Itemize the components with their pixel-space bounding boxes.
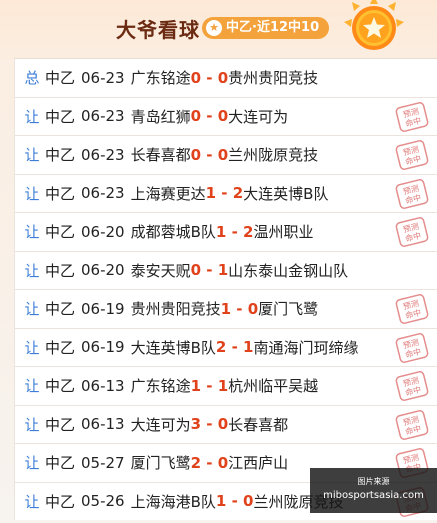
match-row[interactable]: 让中乙 06-23 上海赛更达 1 - 2 大连英博B队 预测 命中 xyxy=(14,173,437,212)
away-team: 南通海门珂缔缘 xyxy=(253,338,359,357)
home-team: 上海赛更达 xyxy=(130,184,206,203)
match-row[interactable]: 让中乙 06-20 泰安天贶 0 - 1 山东泰山金钢山队 xyxy=(14,250,437,289)
home-team: 大连英博B队 xyxy=(130,338,216,357)
home-team: 青岛红狮 xyxy=(130,107,191,126)
match-score: 2 - 1 xyxy=(215,338,254,357)
away-team: 兰州陇原竞技 xyxy=(228,146,319,165)
prediction-hit-stamp-icon: 预测命中 xyxy=(395,409,429,440)
match-type-tag: 让 xyxy=(24,338,40,357)
match-score: 1 - 1 xyxy=(190,376,229,395)
prediction-hit-stamp-icon: 预测命中 xyxy=(395,178,429,209)
match-league: 中乙 xyxy=(45,69,76,88)
match-type-tag: 让 xyxy=(24,492,40,511)
match-type-tag: 让 xyxy=(24,261,40,280)
gold-star-medal-icon xyxy=(344,0,404,50)
match-row[interactable]: 总中乙 06-23 广东铭途 0 - 0 贵州贵阳竞技 xyxy=(14,58,437,97)
match-date: 06-23 xyxy=(81,145,125,164)
match-league: 中乙 xyxy=(45,377,76,396)
home-team: 泰安天贶 xyxy=(130,261,191,280)
match-league: 中乙 xyxy=(45,454,76,473)
match-type-tag: 让 xyxy=(24,377,40,396)
watermark-label: 图片来源 xyxy=(357,477,390,486)
watermark: 图片来源 mibosportsasia.com xyxy=(310,468,437,513)
away-team: 杭州临平吴越 xyxy=(228,377,319,396)
match-score: 0 - 0 xyxy=(190,68,229,87)
match-score: 1 - 2 xyxy=(215,222,254,241)
match-date: 06-23 xyxy=(81,68,125,87)
match-row[interactable]: 让中乙 06-23 长春喜都 0 - 0 兰州陇原竞技 预测 命中 xyxy=(14,135,437,174)
prediction-hit-stamp-icon: 预测命中 xyxy=(395,101,429,132)
match-score: 3 - 0 xyxy=(190,415,229,434)
away-team: 江西庐山 xyxy=(228,454,289,473)
match-score: 1 - 0 xyxy=(220,299,259,318)
away-team: 厦门飞鹭 xyxy=(258,300,319,319)
match-row[interactable]: 让中乙 06-19 大连英博B队 2 - 1 南通海门珂缔缘 预测 命中 xyxy=(14,327,437,366)
match-score: 0 - 0 xyxy=(190,107,229,126)
prediction-hit-stamp-icon: 预测命中 xyxy=(395,371,429,401)
match-date: 06-13 xyxy=(81,415,125,434)
home-team: 成都蓉城B队 xyxy=(130,223,216,242)
match-date: 05-26 xyxy=(81,492,125,511)
away-team: 长春喜都 xyxy=(228,415,289,434)
prediction-hit-stamp-icon: 预测命中 xyxy=(395,294,429,324)
match-league: 中乙 xyxy=(45,415,76,434)
away-team: 大连可为 xyxy=(228,107,289,126)
away-team: 温州职业 xyxy=(253,223,314,242)
match-date: 06-19 xyxy=(81,338,125,357)
match-league: 中乙 xyxy=(45,300,76,319)
match-type-tag: 让 xyxy=(24,454,40,473)
match-type-tag: 让 xyxy=(24,184,40,203)
match-type-tag: 让 xyxy=(24,107,40,126)
match-league: 中乙 xyxy=(45,261,76,280)
header: 大爷看球 ★ 中乙·近12中10 xyxy=(0,0,437,56)
match-date: 06-20 xyxy=(81,222,125,241)
prediction-hit-stamp-icon: 预测命中 xyxy=(395,140,429,170)
match-row[interactable]: 让中乙 06-23 青岛红狮 0 - 0 大连可为 预测 命中 xyxy=(14,96,437,135)
match-score: 0 - 0 xyxy=(190,145,229,164)
match-date: 06-19 xyxy=(81,299,125,318)
home-team: 大连可为 xyxy=(130,415,191,434)
match-league: 中乙 xyxy=(45,146,76,165)
match-score: 1 - 0 xyxy=(215,492,254,511)
match-league: 中乙 xyxy=(45,223,76,242)
away-team: 山东泰山金钢山队 xyxy=(228,261,349,280)
match-score: 2 - 0 xyxy=(190,453,229,472)
match-date: 06-20 xyxy=(81,261,125,280)
match-date: 06-13 xyxy=(81,376,125,395)
match-row[interactable]: 让中乙 06-19 贵州贵阳竞技 1 - 0 厦门飞鹭 预测 命中 xyxy=(14,289,437,328)
match-row[interactable]: 让中乙 06-20 成都蓉城B队 1 - 2 温州职业 预测 命中 xyxy=(14,212,437,251)
match-league: 中乙 xyxy=(45,107,76,126)
record-badge: ★ 中乙·近12中10 xyxy=(202,17,330,39)
match-date: 06-23 xyxy=(81,107,125,126)
match-league: 中乙 xyxy=(45,184,76,203)
match-date: 06-23 xyxy=(81,184,125,203)
match-type-tag: 让 xyxy=(24,415,40,434)
home-team: 长春喜都 xyxy=(130,146,191,165)
match-score: 0 - 1 xyxy=(190,261,229,280)
match-type-tag: 总 xyxy=(24,69,40,88)
match-league: 中乙 xyxy=(45,338,76,357)
star-icon: ★ xyxy=(206,20,222,36)
away-team: 大连英博B队 xyxy=(243,184,329,203)
match-row[interactable]: 让中乙 06-13 广东铭途 1 - 1 杭州临平吴越 预测 命中 xyxy=(14,366,437,405)
prediction-list: 总中乙 06-23 广东铭途 0 - 0 贵州贵阳竞技让中乙 06-23 青岛红狮 0 - 0… xyxy=(14,58,437,520)
match-type-tag: 让 xyxy=(24,223,40,242)
match-type-tag: 让 xyxy=(24,146,40,165)
home-team: 上海海港B队 xyxy=(130,492,216,511)
watermark-url: mibosportsasia.com xyxy=(323,490,424,501)
match-date: 05-27 xyxy=(81,453,125,472)
match-type-tag: 让 xyxy=(24,300,40,319)
record-badge-text: 中乙·近12中10 xyxy=(226,20,320,35)
away-team: 贵州贵阳竞技 xyxy=(228,69,319,88)
home-team: 广东铭途 xyxy=(130,69,191,88)
match-row[interactable]: 让中乙 06-13 大连可为 3 - 0 长春喜都 预测 命中 xyxy=(14,404,437,443)
home-team: 广东铭途 xyxy=(130,377,191,396)
prediction-hit-stamp-icon: 预测命中 xyxy=(395,217,429,247)
prediction-hit-stamp-icon: 预测命中 xyxy=(395,332,429,363)
home-team: 贵州贵阳竞技 xyxy=(130,300,221,319)
page-title: 大爷看球 xyxy=(116,18,200,42)
match-league: 中乙 xyxy=(45,492,76,511)
home-team: 厦门飞鹭 xyxy=(130,454,191,473)
match-score: 1 - 2 xyxy=(205,184,244,203)
